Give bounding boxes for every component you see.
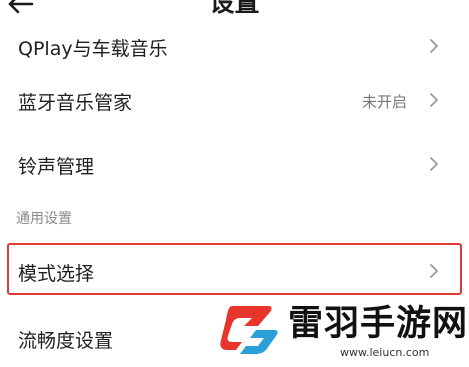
settings-row-qplay[interactable]: QPlay与车载音乐 — [0, 18, 469, 64]
chevron-right-icon — [429, 92, 439, 112]
settings-row-bluetooth-music[interactable]: 蓝牙音乐管家 未开启 — [0, 72, 469, 128]
settings-row-label: 流畅度设置 — [18, 330, 114, 352]
watermark-url: www.leiucn.com — [340, 346, 430, 359]
leiyu-logo-icon — [218, 298, 284, 364]
settings-row-label: 蓝牙音乐管家 — [18, 92, 133, 114]
section-header-general: 通用设置 — [16, 211, 72, 227]
chevron-right-icon — [429, 38, 439, 58]
settings-row-status: 未开启 — [361, 93, 407, 111]
settings-row-label: 铃声管理 — [18, 156, 95, 178]
settings-row-ringtone[interactable]: 铃声管理 — [0, 136, 469, 192]
watermark: 雷羽手游网 www.leiucn.com — [214, 290, 469, 367]
chevron-right-icon — [429, 156, 439, 176]
watermark-brand-name: 雷羽手游网 — [288, 304, 469, 344]
page-title: 设置 — [209, 0, 260, 17]
settings-row-label: QPlay与车载音乐 — [18, 38, 168, 60]
highlight-box — [7, 243, 462, 295]
